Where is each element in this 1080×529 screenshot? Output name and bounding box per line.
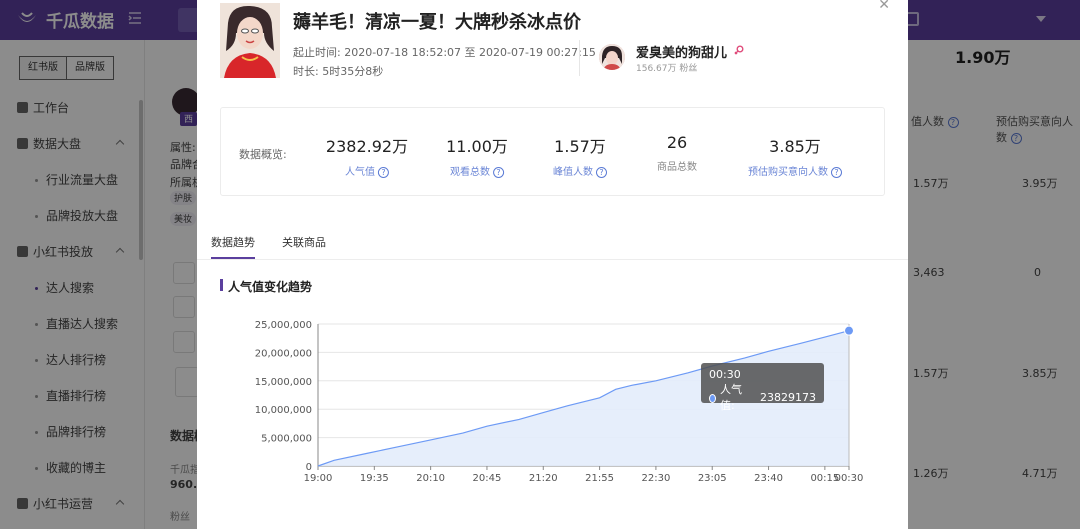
- x-tick-label: 19:35: [360, 473, 389, 484]
- x-tick-label: 23:05: [698, 473, 727, 484]
- host-name[interactable]: 爱臭美的狗甜儿: [636, 42, 727, 61]
- y-tick-label: 0: [306, 462, 312, 473]
- stat-purchase-intent: 3.85万 预估购买意向人数?: [748, 133, 842, 178]
- help-icon[interactable]: ?: [377, 167, 389, 178]
- host-avatar[interactable]: [599, 44, 625, 70]
- stat-value: 11.00万: [446, 137, 508, 156]
- x-tick-label: 21:55: [585, 473, 614, 484]
- tooltip-label: 人气值:: [719, 383, 742, 412]
- y-tick-label: 10,000,000: [255, 405, 312, 416]
- stat-product-count: 26 商品总数: [657, 133, 697, 173]
- x-tick-label: 20:10: [416, 473, 445, 484]
- cover-portrait-icon: [220, 3, 280, 78]
- stat-value: 1.57万: [554, 137, 606, 156]
- host-avatar-icon: [599, 44, 625, 70]
- tab-related-products[interactable]: 关联商品: [282, 234, 326, 250]
- help-icon[interactable]: ?: [831, 167, 842, 178]
- x-tick-label: 23:40: [754, 473, 783, 484]
- stat-peak-viewers: 1.57万 峰值人数?: [553, 133, 607, 178]
- active-tab-indicator: [211, 257, 255, 259]
- hovered-data-point: [844, 325, 854, 336]
- stat-value: 2382.92万: [325, 137, 409, 156]
- header-divider: [579, 40, 580, 76]
- series-dot-icon: [709, 393, 716, 403]
- tab-data-trend[interactable]: 数据趋势: [211, 234, 255, 250]
- data-overview: 数据概览: 2382.92万 人气值? 11.00万 观看总数? 1.57万 峰…: [220, 107, 885, 196]
- y-tick-label: 25,000,000: [255, 320, 312, 331]
- y-tick-label: 5,000,000: [261, 434, 312, 445]
- stat-label: 人气值?: [326, 163, 408, 178]
- live-title: 薅羊毛！清凉一夏！大牌秒杀冰点价: [293, 12, 581, 33]
- live-cover-image: [220, 3, 280, 78]
- overview-label: 数据概览:: [239, 148, 287, 161]
- modal-tabs: 数据趋势 关联商品: [197, 224, 908, 260]
- live-duration: 时长: 5时35分8秒: [293, 65, 384, 78]
- live-time-range: 起止时间: 2020-07-18 18:52:07 至 2020-07-19 0…: [293, 46, 596, 59]
- x-tick-label: 22:30: [641, 473, 670, 484]
- host-fans-count: 156.67万 粉丝: [636, 64, 698, 74]
- stat-value: 26: [666, 133, 688, 152]
- close-icon[interactable]: ✕: [878, 0, 890, 12]
- x-tick-label: 00:30: [835, 473, 864, 484]
- section-title: 人气值变化趋势: [220, 278, 312, 295]
- stat-popularity: 2382.92万 人气值?: [326, 133, 408, 178]
- tooltip-value: 23829173: [760, 391, 816, 404]
- y-tick-label: 15,000,000: [255, 377, 312, 388]
- tooltip-row: 人气值: 23829173: [709, 382, 816, 414]
- x-tick-label: 20:45: [473, 473, 502, 484]
- stat-label: 预估购买意向人数?: [748, 163, 842, 178]
- x-tick-label: 19:00: [304, 473, 333, 484]
- chart-tooltip: 00:30 人气值: 23829173: [701, 363, 824, 412]
- female-icon: [734, 45, 744, 55]
- y-tick-label: 20,000,000: [255, 348, 312, 359]
- tooltip-time: 00:30: [709, 368, 741, 381]
- stat-label: 峰值人数?: [553, 163, 607, 178]
- help-icon[interactable]: ?: [596, 167, 607, 178]
- stat-label: 商品总数: [657, 162, 697, 173]
- stat-value: 3.85万: [769, 137, 821, 156]
- stat-total-views: 11.00万 观看总数?: [446, 133, 508, 178]
- stat-label: 观看总数?: [446, 163, 508, 178]
- help-icon[interactable]: ?: [493, 167, 504, 178]
- x-tick-label: 21:20: [529, 473, 558, 484]
